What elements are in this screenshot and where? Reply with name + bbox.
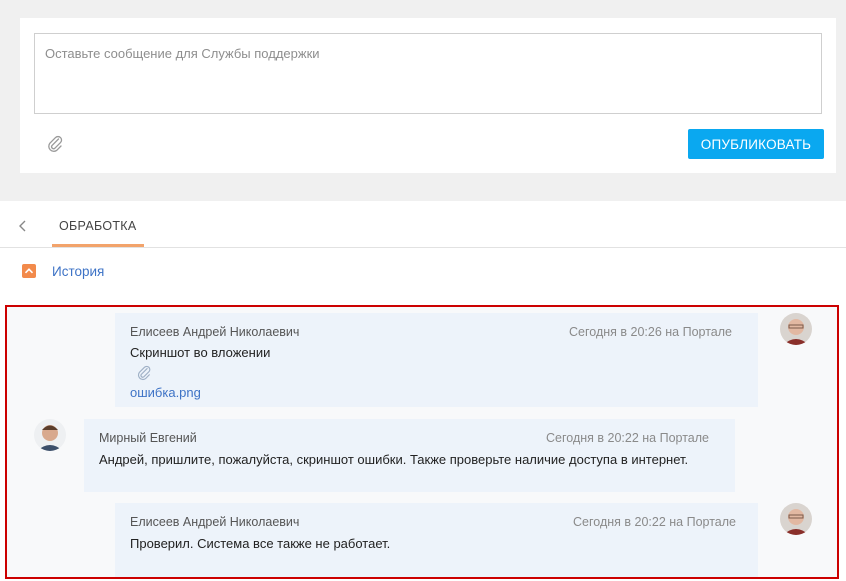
message-composer: Оставьте сообщение для Службы поддержки … xyxy=(20,18,836,173)
message-item: Елисеев Андрей Николаевич Сегодня в 20:2… xyxy=(115,503,758,577)
case-panel: ОБРАБОТКА История Елисеев Андрей Николае… xyxy=(0,201,846,581)
message-author: Елисеев Андрей Николаевич xyxy=(130,325,300,339)
message-feed: Елисеев Андрей Николаевич Сегодня в 20:2… xyxy=(5,305,839,579)
message-author: Мирный Евгений xyxy=(99,431,197,445)
publish-button[interactable]: ОПУБЛИКОВАТЬ xyxy=(688,129,824,159)
message-time: Сегодня в 20:26 на Портале xyxy=(569,325,732,339)
message-item: Елисеев Андрей Николаевич Сегодня в 20:2… xyxy=(115,313,758,407)
avatar xyxy=(780,313,812,345)
message-text: Скриншот во вложении xyxy=(130,345,271,360)
message-time: Сегодня в 20:22 на Портале xyxy=(546,431,709,445)
tab-bar: ОБРАБОТКА xyxy=(0,201,846,248)
avatar xyxy=(34,419,66,451)
paperclip-icon xyxy=(136,364,152,382)
message-text: Проверил. Система все также не работает. xyxy=(130,536,391,551)
attachment-link[interactable]: ошибка.png xyxy=(130,385,201,400)
message-input[interactable]: Оставьте сообщение для Службы поддержки xyxy=(34,33,822,114)
message-time: Сегодня в 20:22 на Портале xyxy=(573,515,736,529)
tab-label: ОБРАБОТКА xyxy=(59,219,137,233)
paperclip-icon[interactable] xyxy=(46,134,64,154)
tab-processing[interactable]: ОБРАБОТКА xyxy=(52,219,144,247)
chevron-left-icon[interactable] xyxy=(16,219,30,233)
history-toggle[interactable]: История xyxy=(52,264,104,279)
message-author: Елисеев Андрей Николаевич xyxy=(130,515,300,529)
chevron-up-icon[interactable] xyxy=(22,264,36,278)
avatar xyxy=(780,503,812,535)
message-item: Мирный Евгений Сегодня в 20:22 на Портал… xyxy=(84,419,735,492)
message-text: Андрей, пришлите, пожалуйста, скриншот о… xyxy=(99,452,689,467)
